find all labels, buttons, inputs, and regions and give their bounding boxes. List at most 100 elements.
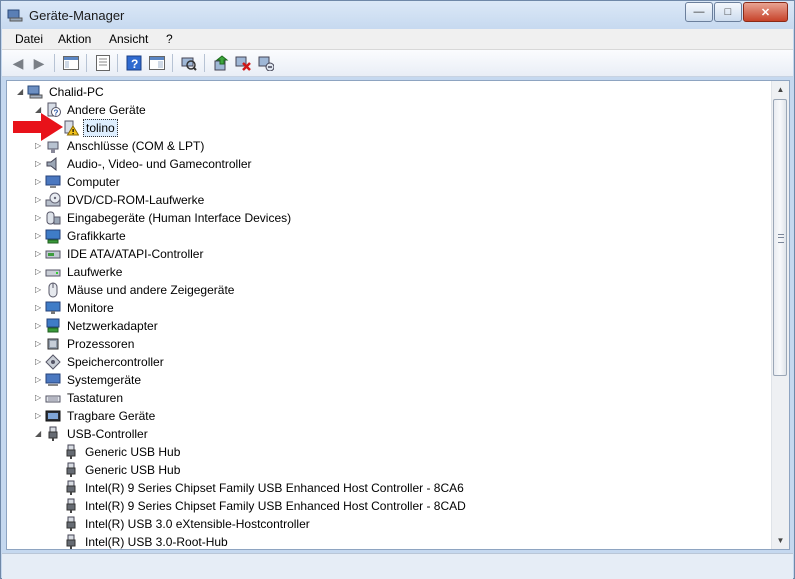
- forward-icon[interactable]: ▶: [30, 54, 48, 72]
- tree-item-label: Intel(R) 9 Series Chipset Family USB Enh…: [85, 499, 466, 513]
- help-icon[interactable]: ?: [125, 54, 143, 72]
- usb-icon: [63, 480, 79, 496]
- expand-icon[interactable]: ▷: [35, 142, 43, 150]
- display-adapter-icon: [45, 228, 61, 244]
- scroll-down-icon[interactable]: ▼: [772, 532, 789, 549]
- tree-item-label: Prozessoren: [67, 337, 135, 351]
- expand-icon[interactable]: ▷: [35, 376, 43, 384]
- expand-icon[interactable]: ▷: [35, 232, 43, 240]
- disable-device-icon[interactable]: [234, 54, 252, 72]
- uninstall-device-icon[interactable]: [257, 54, 275, 72]
- tree-item-label: Tragbare Geräte: [67, 409, 156, 423]
- tree-item-label: Systemgeräte: [67, 373, 142, 387]
- update-driver-icon[interactable]: [212, 54, 230, 72]
- expand-icon[interactable]: ▷: [35, 322, 43, 330]
- tree-item-label: Audio-, Video- und Gamecontroller: [67, 157, 252, 171]
- tree-device[interactable]: Intel(R) 9 Series Chipset Family USB Enh…: [63, 497, 468, 515]
- usb-icon: [63, 534, 79, 549]
- view-icon[interactable]: [148, 54, 166, 72]
- tree-category[interactable]: ▷ Tastaturen: [35, 389, 125, 407]
- collapse-icon[interactable]: ◢: [35, 430, 43, 438]
- scroll-up-icon[interactable]: ▲: [772, 81, 789, 98]
- system-device-icon: [45, 372, 61, 388]
- tree-item-label: Computer: [67, 175, 120, 189]
- minimize-button[interactable]: —: [685, 2, 713, 22]
- tree-device[interactable]: Intel(R) USB 3.0-Root-Hub: [63, 533, 230, 549]
- expand-icon[interactable]: ▷: [35, 268, 43, 276]
- tree-device[interactable]: tolino: [63, 119, 118, 137]
- menu-ansicht[interactable]: Ansicht: [109, 32, 148, 46]
- expand-icon[interactable]: ▷: [35, 160, 43, 168]
- tree-category[interactable]: ▷ Monitore: [35, 299, 116, 317]
- disk-drive-icon: [45, 264, 61, 280]
- tree-category[interactable]: ▷ Audio-, Video- und Gamecontroller: [35, 155, 254, 173]
- expand-icon[interactable]: ▷: [35, 394, 43, 402]
- tree-category[interactable]: ▷ Laufwerke: [35, 263, 124, 281]
- toolbar-separator: [54, 54, 55, 72]
- expand-icon[interactable]: ▷: [35, 178, 43, 186]
- tree-item-label: DVD/CD-ROM-Laufwerke: [67, 193, 205, 207]
- keyboard-icon: [45, 390, 61, 406]
- tree-category[interactable]: ▷ Prozessoren: [35, 335, 136, 353]
- usb-icon: [63, 516, 79, 532]
- tree-category[interactable]: ▷ Speichercontroller: [35, 353, 166, 371]
- tree-item-label: Intel(R) USB 3.0-Root-Hub: [85, 535, 228, 549]
- vertical-scrollbar[interactable]: ▲ ▼: [771, 81, 789, 549]
- expand-icon[interactable]: ▷: [35, 250, 43, 258]
- tree-item-label: Eingabegeräte (Human Interface Devices): [67, 211, 292, 225]
- title-bar[interactable]: Geräte-Manager — □ ✕: [1, 1, 794, 29]
- toolbar-separator: [117, 54, 118, 72]
- tree-category[interactable]: ▷ Eingabegeräte (Human Interface Devices): [35, 209, 293, 227]
- tree-item-label: Laufwerke: [67, 265, 123, 279]
- expand-icon[interactable]: ▷: [35, 412, 43, 420]
- usb-icon: [63, 444, 79, 460]
- tree-category[interactable]: ▷ IDE ATA/ATAPI-Controller: [35, 245, 205, 263]
- expand-icon[interactable]: ▷: [35, 214, 43, 222]
- expand-icon[interactable]: ▷: [35, 304, 43, 312]
- expand-icon[interactable]: ▷: [35, 340, 43, 348]
- close-button[interactable]: ✕: [743, 2, 788, 22]
- tree-category[interactable]: ▷ Netzwerkadapter: [35, 317, 160, 335]
- tree-category[interactable]: ▷ Tragbare Geräte: [35, 407, 157, 425]
- tree-device[interactable]: Generic USB Hub: [63, 461, 182, 479]
- tree-item-label: Tastaturen: [67, 391, 124, 405]
- tree-device[interactable]: Generic USB Hub: [63, 443, 182, 461]
- computer-root-icon: [27, 84, 43, 100]
- collapse-icon[interactable]: ◢: [17, 88, 25, 96]
- scroll-thumb[interactable]: [773, 99, 787, 376]
- tree-item-label: Intel(R) 9 Series Chipset Family USB Enh…: [85, 481, 464, 495]
- tree-item-label: Anschlüsse (COM & LPT): [67, 139, 205, 153]
- processor-icon: [45, 336, 61, 352]
- tree-root-computer[interactable]: ◢ Chalid-PC: [17, 83, 106, 101]
- toolbar: ◀ ▶ ?: [2, 50, 793, 77]
- mouse-icon: [45, 282, 61, 298]
- tree-category[interactable]: ▷ Mäuse und andere Zeigegeräte: [35, 281, 236, 299]
- back-icon[interactable]: ◀: [9, 54, 27, 72]
- tree-item-label: Andere Geräte: [67, 103, 146, 117]
- expand-icon[interactable]: ▷: [35, 358, 43, 366]
- speaker-icon: [45, 156, 61, 172]
- menu-aktion[interactable]: Aktion: [58, 32, 91, 46]
- tree-category[interactable]: ▷ Anschlüsse (COM & LPT): [35, 137, 206, 155]
- warning-device-icon: [63, 120, 80, 136]
- expand-icon[interactable]: ▷: [35, 196, 43, 204]
- tree-category[interactable]: ▷ Computer: [35, 173, 122, 191]
- toolbar-separator: [172, 54, 173, 72]
- expand-icon[interactable]: ▷: [35, 286, 43, 294]
- computer-icon: [45, 174, 61, 190]
- tree-category[interactable]: ▷ DVD/CD-ROM-Laufwerke: [35, 191, 206, 209]
- ide-controller-icon: [45, 246, 61, 262]
- menu-datei[interactable]: Datei: [15, 32, 43, 46]
- show-hide-tree-icon[interactable]: [62, 54, 80, 72]
- menu-help[interactable]: ?: [166, 32, 173, 46]
- maximize-button[interactable]: □: [714, 2, 742, 22]
- tree-device[interactable]: Intel(R) USB 3.0 eXtensible-Hostcontroll…: [63, 515, 312, 533]
- properties-icon[interactable]: [94, 54, 112, 72]
- scan-hardware-icon[interactable]: [180, 54, 198, 72]
- tree-category[interactable]: ▷ Grafikkarte: [35, 227, 128, 245]
- tree-category[interactable]: ▷ Systemgeräte: [35, 371, 143, 389]
- tree-category[interactable]: ◢ USB-Controller: [35, 425, 150, 443]
- device-tree[interactable]: ◢ Chalid-PC ◢? Andere Geräte tolino ▷ Anschlüs…: [6, 80, 790, 550]
- monitor-icon: [45, 300, 61, 316]
- tree-device[interactable]: Intel(R) 9 Series Chipset Family USB Enh…: [63, 479, 466, 497]
